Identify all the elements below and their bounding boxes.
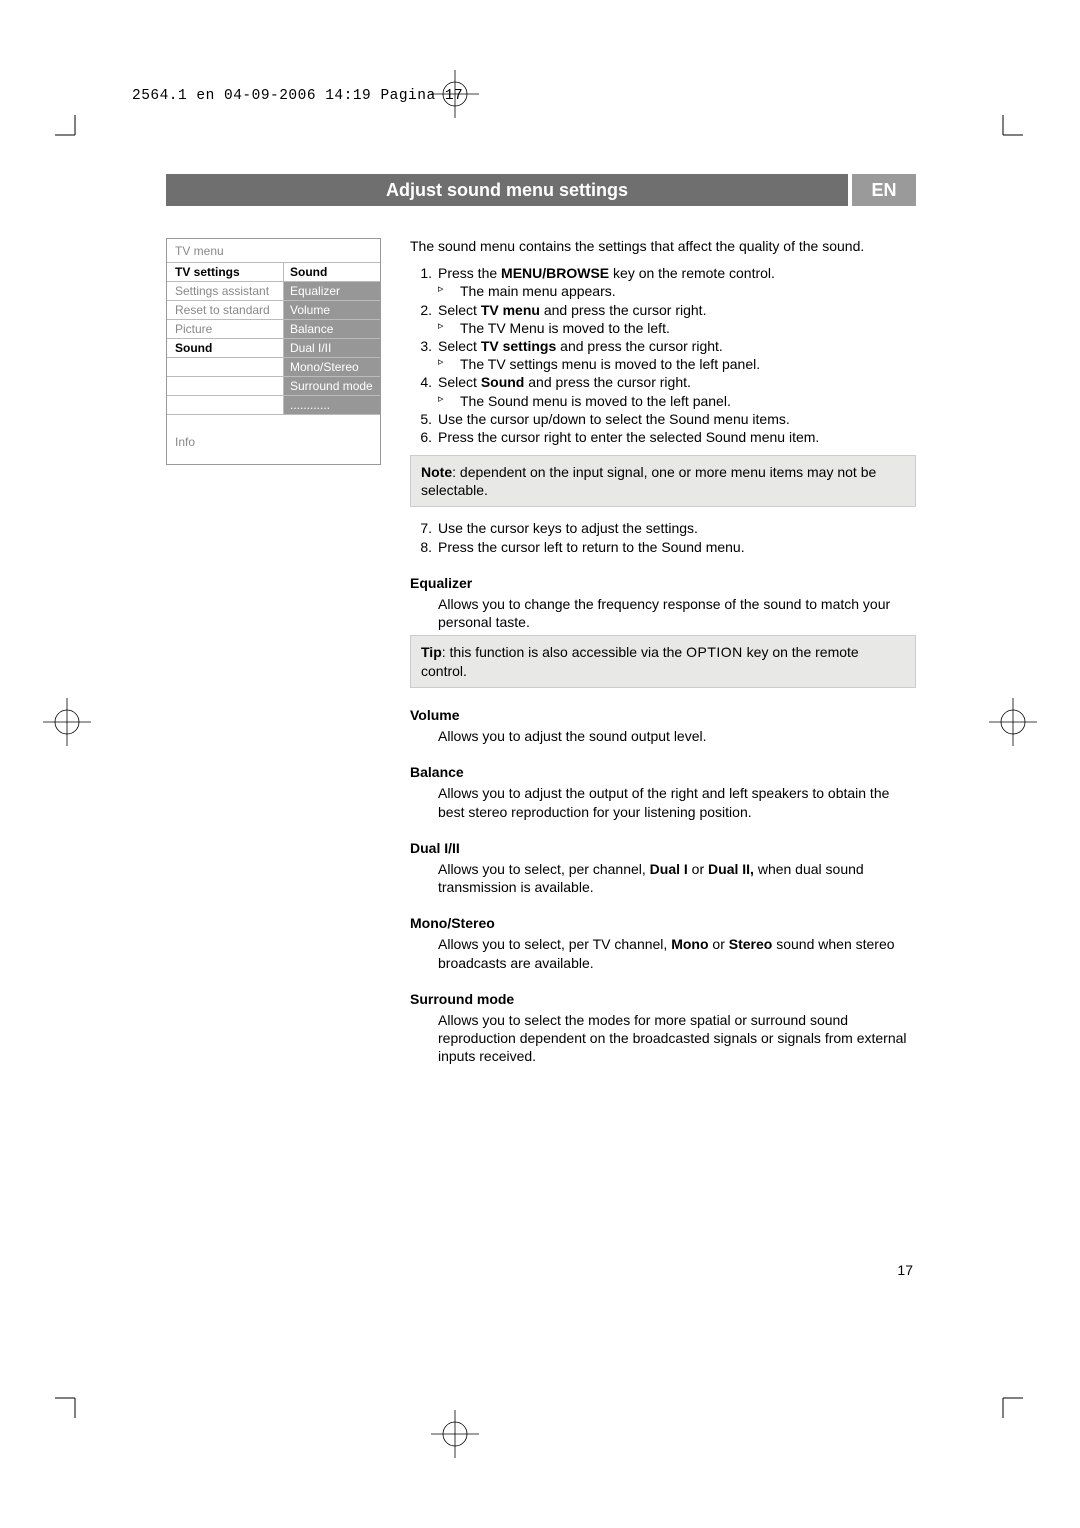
text-smallcaps: OPTION bbox=[686, 644, 743, 660]
crop-mark-tr bbox=[983, 115, 1023, 155]
menu-right-dual: Dual I/II bbox=[284, 339, 380, 357]
menu-right-more: ............ bbox=[284, 396, 380, 414]
menu-right-volume: Volume bbox=[284, 301, 380, 319]
page-number: 17 bbox=[897, 1262, 913, 1278]
text: or bbox=[709, 936, 729, 952]
text: Allows you to select, per channel, bbox=[438, 861, 650, 877]
step-6: 6.Press the cursor right to enter the se… bbox=[410, 428, 916, 446]
text-bold: Dual II, bbox=[708, 861, 754, 877]
balance-body: Allows you to adjust the output of the r… bbox=[410, 784, 916, 820]
tip-label: Tip bbox=[421, 644, 442, 660]
step-1-result: The main menu appears. bbox=[438, 282, 916, 300]
menu-left-sound: Sound bbox=[167, 339, 284, 357]
language-badge: EN bbox=[852, 174, 916, 206]
text: Press the cursor right to enter the sele… bbox=[438, 429, 819, 445]
registration-mark-left bbox=[43, 698, 91, 746]
text: Use the cursor keys to adjust the settin… bbox=[438, 520, 698, 536]
text: Use the cursor up/down to select the Sou… bbox=[438, 411, 790, 427]
text: or bbox=[688, 861, 708, 877]
print-header-line: 2564.1 en 04-09-2006 14:19 Pagina 17 bbox=[132, 88, 463, 104]
crop-mark-br bbox=[983, 1378, 1023, 1418]
surround-body: Allows you to select the modes for more … bbox=[410, 1011, 916, 1066]
step-8: 8.Press the cursor left to return to the… bbox=[410, 538, 916, 556]
menu-left-picture: Picture bbox=[167, 320, 284, 338]
step-5: 5.Use the cursor up/down to select the S… bbox=[410, 410, 916, 428]
text: and press the cursor right. bbox=[524, 374, 691, 390]
text-bold: Dual I bbox=[650, 861, 688, 877]
menu-right-sound: Sound bbox=[284, 263, 380, 281]
step-4-result: The Sound menu is moved to the left pane… bbox=[438, 392, 916, 410]
menu-left-tv-settings: TV settings bbox=[167, 263, 284, 281]
menu-info: Info bbox=[167, 415, 380, 464]
registration-mark-top bbox=[431, 70, 479, 118]
menu-left-empty3 bbox=[167, 396, 284, 414]
menu-right-mono: Mono/Stereo bbox=[284, 358, 380, 376]
text: key on the remote control. bbox=[609, 265, 775, 281]
menu-left-empty1 bbox=[167, 358, 284, 376]
menu-right-balance: Balance bbox=[284, 320, 380, 338]
surround-heading: Surround mode bbox=[410, 990, 916, 1008]
text: Press the cursor left to return to the S… bbox=[438, 539, 745, 555]
steps-list: 1. Press the MENU/BROWSE key on the remo… bbox=[410, 264, 916, 446]
text: Press the bbox=[438, 265, 501, 281]
text: and press the cursor right. bbox=[540, 302, 707, 318]
tv-menu-illustration: TV menu TV settings Sound Settings assis… bbox=[166, 238, 381, 465]
volume-body: Allows you to adjust the sound output le… bbox=[410, 727, 916, 745]
content-body: The sound menu contains the settings tha… bbox=[410, 237, 916, 1070]
menu-left-reset: Reset to standard bbox=[167, 301, 284, 319]
intro-text: The sound menu contains the settings tha… bbox=[410, 237, 916, 255]
menu-right-surround: Surround mode bbox=[284, 377, 380, 395]
step-2: 2. Select TV menu and press the cursor r… bbox=[410, 301, 916, 337]
mono-heading: Mono/Stereo bbox=[410, 914, 916, 932]
note-box: Note: dependent on the input signal, one… bbox=[410, 455, 916, 507]
crop-mark-tl bbox=[55, 115, 95, 155]
steps-list-2: 7.Use the cursor keys to adjust the sett… bbox=[410, 519, 916, 555]
step-4: 4. Select Sound and press the cursor rig… bbox=[410, 373, 916, 409]
text-bold: Stereo bbox=[729, 936, 773, 952]
text-bold: TV settings bbox=[481, 338, 556, 354]
step-1: 1. Press the MENU/BROWSE key on the remo… bbox=[410, 264, 916, 300]
text: Allows you to select, per TV channel, bbox=[438, 936, 671, 952]
equalizer-body: Allows you to change the frequency respo… bbox=[410, 595, 916, 631]
step-7: 7.Use the cursor keys to adjust the sett… bbox=[410, 519, 916, 537]
step-3: 3. Select TV settings and press the curs… bbox=[410, 337, 916, 373]
mono-body: Allows you to select, per TV channel, Mo… bbox=[410, 935, 916, 971]
equalizer-tip: Tip: this function is also accessible vi… bbox=[410, 635, 916, 687]
text-bold: MENU/BROWSE bbox=[501, 265, 609, 281]
menu-right-equalizer: Equalizer bbox=[284, 282, 380, 300]
text: Select bbox=[438, 374, 481, 390]
text-bold: Sound bbox=[481, 374, 525, 390]
text: : this function is also accessible via t… bbox=[442, 644, 686, 660]
volume-heading: Volume bbox=[410, 706, 916, 724]
text: and press the cursor right. bbox=[556, 338, 723, 354]
balance-heading: Balance bbox=[410, 763, 916, 781]
text: Select bbox=[438, 338, 481, 354]
step-3-result: The TV settings menu is moved to the lef… bbox=[438, 355, 916, 373]
crop-mark-bl bbox=[55, 1378, 95, 1418]
menu-left-empty2 bbox=[167, 377, 284, 395]
dual-body: Allows you to select, per channel, Dual … bbox=[410, 860, 916, 896]
registration-mark-right bbox=[989, 698, 1037, 746]
registration-mark-bottom bbox=[431, 1410, 479, 1458]
text-bold: TV menu bbox=[481, 302, 540, 318]
menu-header: TV menu bbox=[167, 239, 380, 263]
title-bar: Adjust sound menu settings EN bbox=[166, 174, 916, 206]
note-label: Note bbox=[421, 464, 452, 480]
text: Select bbox=[438, 302, 481, 318]
text-bold: Mono bbox=[671, 936, 708, 952]
equalizer-heading: Equalizer bbox=[410, 574, 916, 592]
menu-left-settings-assistant: Settings assistant bbox=[167, 282, 284, 300]
dual-heading: Dual I/II bbox=[410, 839, 916, 857]
page-title: Adjust sound menu settings bbox=[166, 174, 848, 206]
step-2-result: The TV Menu is moved to the left. bbox=[438, 319, 916, 337]
note-text: : dependent on the input signal, one or … bbox=[421, 464, 876, 498]
